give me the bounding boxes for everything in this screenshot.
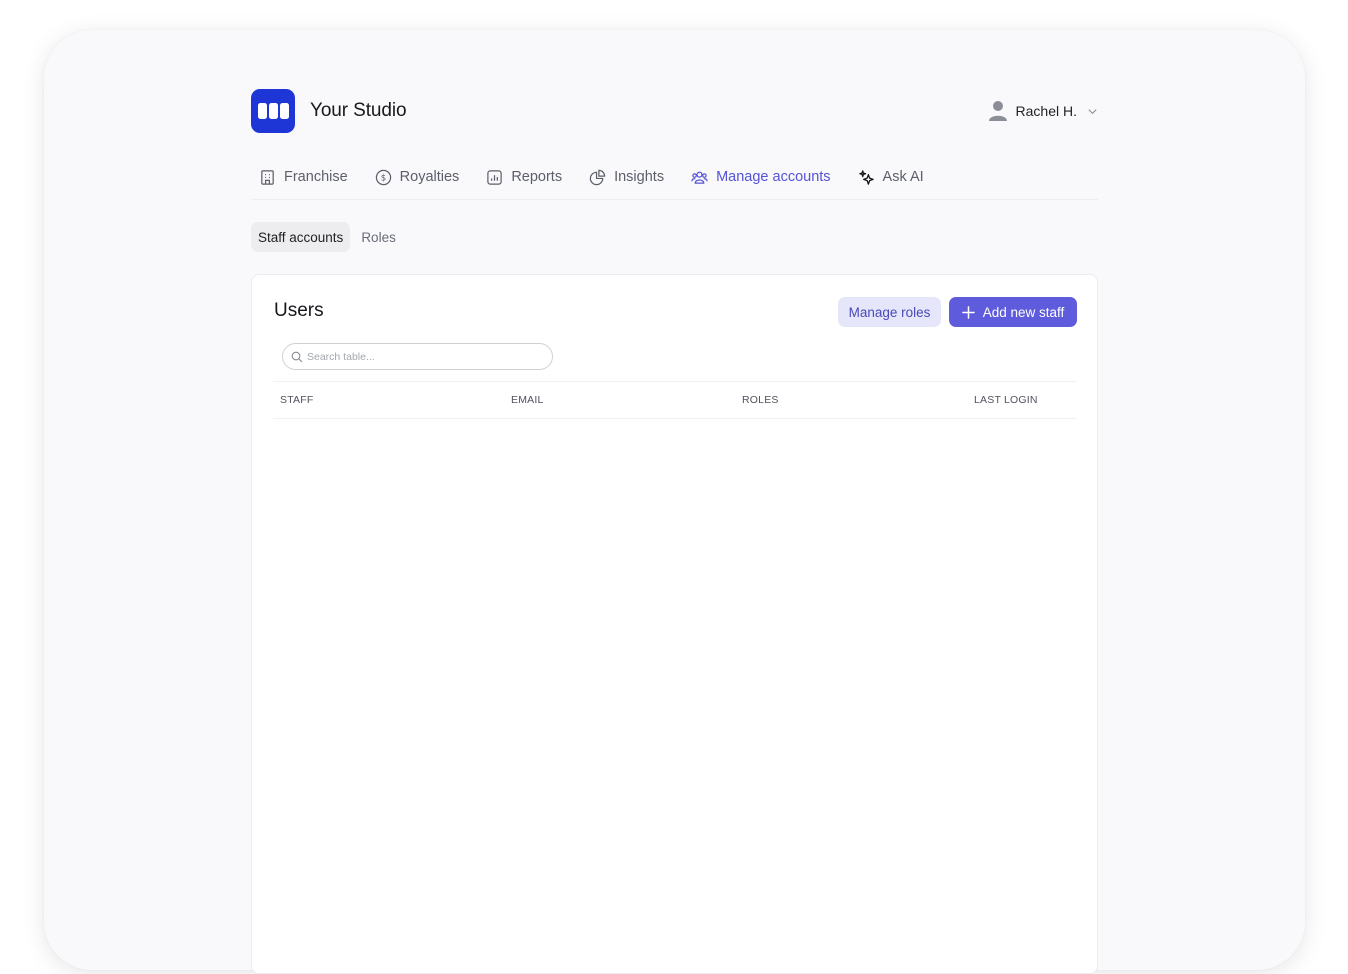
search-input[interactable] xyxy=(307,350,537,363)
column-header-roles[interactable]: ROLES xyxy=(742,394,779,406)
user-avatar-icon xyxy=(988,101,1007,121)
bar-chart-icon xyxy=(487,169,503,185)
main-nav: Franchise $ Royalties Reports Insights M… xyxy=(251,163,1098,200)
brand[interactable]: Your Studio xyxy=(251,89,407,133)
add-new-staff-button[interactable]: Add new staff xyxy=(949,297,1077,327)
nav-label: Insights xyxy=(614,169,665,185)
table-header: STAFF EMAIL ROLES LAST LOGIN xyxy=(273,381,1077,419)
nav-item-ask-ai[interactable]: Ask AI xyxy=(850,163,924,191)
nav-label: Royalties xyxy=(399,169,460,185)
svg-text:$: $ xyxy=(380,173,385,183)
chevron-down-icon xyxy=(1088,108,1097,114)
nav-item-franchise[interactable]: Franchise xyxy=(251,163,348,191)
add-new-staff-label: Add new staff xyxy=(982,304,1065,320)
plus-icon xyxy=(961,305,975,319)
nav-label: Ask AI xyxy=(882,169,924,185)
sparkles-icon xyxy=(858,169,874,185)
users-card: Users Manage roles Add new staff STAFF E… xyxy=(251,274,1098,974)
column-header-last-login[interactable]: LAST LOGIN xyxy=(974,394,1038,406)
column-header-staff[interactable]: STAFF xyxy=(280,394,313,406)
search-field[interactable] xyxy=(282,343,553,370)
manage-roles-button[interactable]: Manage roles xyxy=(838,297,941,327)
studio-logo-icon xyxy=(251,89,295,133)
card-title: Users xyxy=(274,300,324,321)
column-header-email[interactable]: EMAIL xyxy=(511,394,544,406)
users-icon xyxy=(691,171,708,184)
building-icon xyxy=(261,169,274,185)
tab-roles[interactable]: Roles xyxy=(354,222,403,252)
app-header: Your Studio Rachel H. xyxy=(251,89,1098,133)
nav-item-manage-accounts[interactable]: Manage accounts xyxy=(683,163,831,191)
sub-tabs: Staff accounts Roles xyxy=(251,222,403,252)
search-icon xyxy=(291,351,303,362)
nav-item-reports[interactable]: Reports xyxy=(478,163,562,191)
nav-label: Reports xyxy=(511,169,563,185)
nav-label: Franchise xyxy=(284,169,348,185)
tab-staff-accounts[interactable]: Staff accounts xyxy=(251,222,351,252)
nav-item-insights[interactable]: Insights xyxy=(581,163,664,191)
pie-chart-icon xyxy=(589,169,606,185)
nav-label: Manage accounts xyxy=(716,169,831,185)
brand-name: Your Studio xyxy=(310,100,407,121)
user-menu[interactable]: Rachel H. xyxy=(988,100,1098,122)
user-name: Rachel H. xyxy=(1015,103,1077,119)
dollar-circle-icon: $ xyxy=(375,169,391,185)
nav-item-royalties[interactable]: $ Royalties xyxy=(367,163,460,191)
